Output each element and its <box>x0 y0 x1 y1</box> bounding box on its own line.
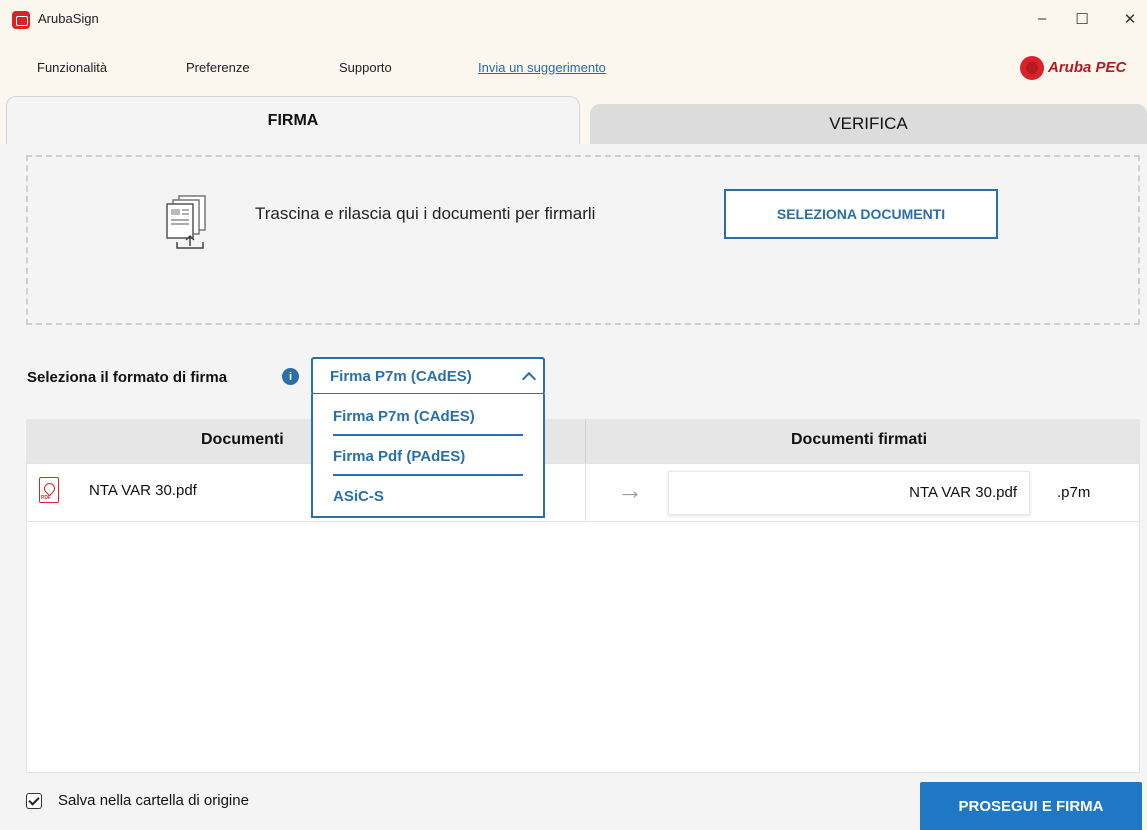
chevron-up-icon <box>521 371 537 387</box>
aruba-logo-icon <box>1020 56 1044 80</box>
signed-file-extension: .p7m <box>1057 484 1091 501</box>
option-separator <box>333 434 523 436</box>
arrow-right-icon: → <box>617 475 643 505</box>
format-option-asic[interactable]: ASiC-S <box>333 488 384 505</box>
menu-supporto[interactable]: Supporto <box>339 60 392 75</box>
app-logo-icon <box>12 11 30 29</box>
signature-format-label: Seleziona il formato di firma <box>27 369 228 386</box>
selected-format: Firma P7m (CAdES) <box>330 367 472 385</box>
menu-preferenze[interactable]: Preferenze <box>186 60 250 75</box>
column-divider <box>585 464 586 521</box>
tab-firma[interactable]: FIRMA <box>6 96 580 144</box>
title-bar: ArubaSign – ☐ ✕ <box>0 0 1147 40</box>
menu-funzionalita[interactable]: Funzionalità <box>37 60 107 75</box>
row-divider <box>27 521 1139 522</box>
drop-instructions: Trascina e rilascia qui i documenti per … <box>255 204 596 223</box>
save-in-origin-checkbox[interactable] <box>26 793 42 809</box>
documents-upload-icon <box>166 195 206 249</box>
menu-bar: Funzionalità Preferenze Supporto Invia u… <box>0 40 1147 96</box>
format-option-p7m[interactable]: Firma P7m (CAdES) <box>333 408 475 425</box>
format-option-pdf[interactable]: Firma Pdf (PAdES) <box>333 448 465 465</box>
select-documents-button[interactable]: SELEZIONA DOCUMENTI <box>724 189 998 239</box>
column-documenti: Documenti <box>201 431 284 448</box>
window-title: ArubaSign <box>38 11 99 26</box>
pdf-icon <box>39 477 59 503</box>
tab-verifica[interactable]: VERIFICA <box>590 104 1147 144</box>
option-separator <box>333 474 523 476</box>
brand-name: Aruba PEC <box>1048 59 1127 76</box>
header-divider <box>585 419 586 463</box>
info-icon[interactable]: i <box>282 368 299 385</box>
signed-file-name-field[interactable]: NTA VAR 30.pdf <box>668 471 1030 515</box>
documents-table-header: Documenti Documenti firmati <box>26 419 1140 463</box>
tab-bar: FIRMA VERIFICA <box>0 96 1147 144</box>
suggestion-link[interactable]: Invia un suggerimento <box>478 60 606 75</box>
signature-format-select[interactable]: Firma P7m (CAdES) <box>311 357 545 395</box>
proceed-and-sign-button[interactable]: PROSEGUI E FIRMA <box>920 782 1142 830</box>
column-documenti-firmati: Documenti firmati <box>791 431 928 448</box>
save-in-origin-label: Salva nella cartella di origine <box>58 792 249 809</box>
document-file-name: NTA VAR 30.pdf <box>89 482 197 499</box>
format-dropdown-menu: Firma P7m (CAdES) Firma Pdf (PAdES) ASiC… <box>311 394 545 518</box>
maximize-button[interactable]: ☐ <box>1070 10 1094 28</box>
minimize-button[interactable]: – <box>1030 10 1054 27</box>
close-button[interactable]: ✕ <box>1118 10 1142 28</box>
documents-table-body: NTA VAR 30.pdf → NTA VAR 30.pdf .p7m <box>26 463 1140 773</box>
